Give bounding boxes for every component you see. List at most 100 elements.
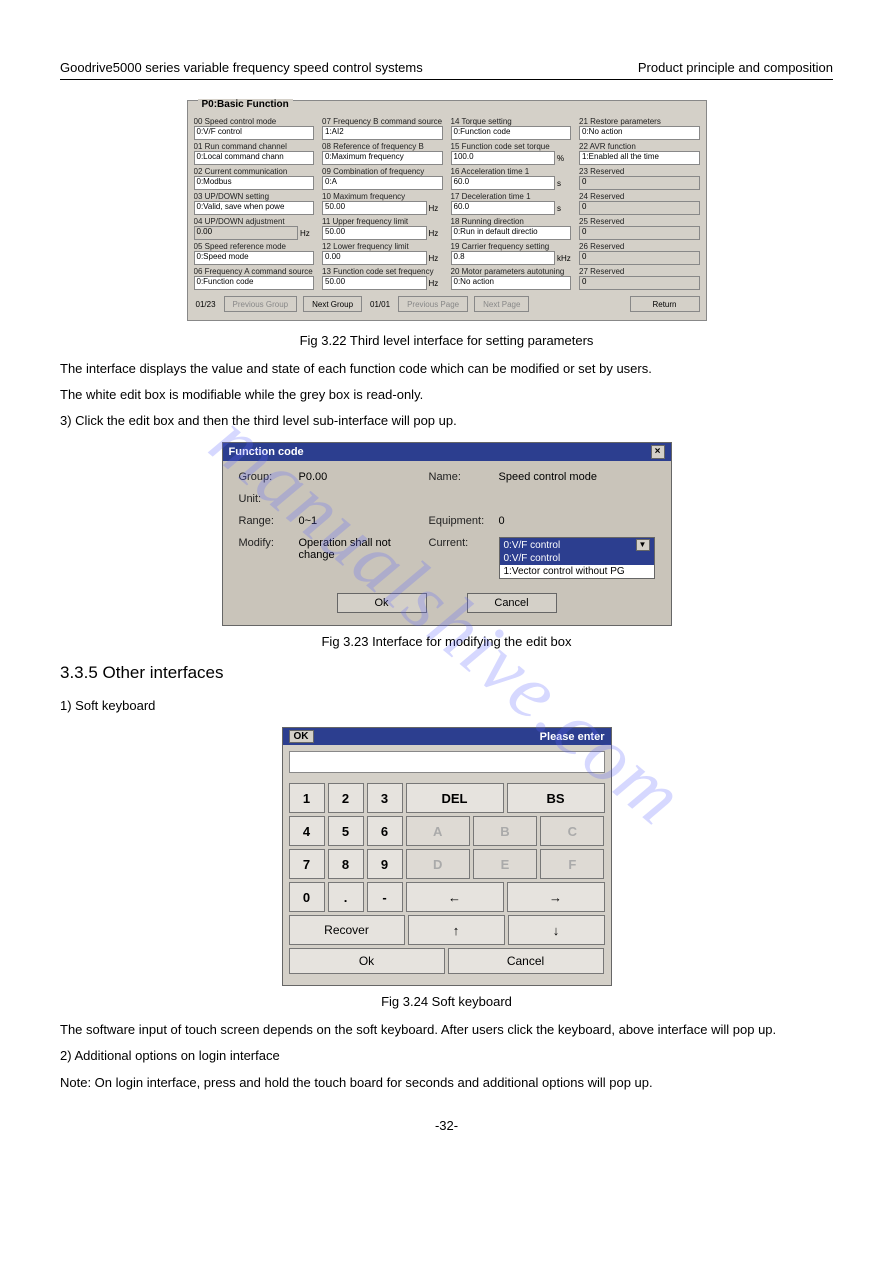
ok-button[interactable]: Ok: [337, 593, 427, 613]
param-label: 05 Speed reference mode: [194, 242, 315, 251]
key-ok[interactable]: Ok: [289, 948, 445, 974]
param-label: 26 Reserved: [579, 242, 700, 251]
param-cell: 22 AVR function1:Enabled all the time: [579, 142, 700, 165]
current-dropdown[interactable]: 0:V/F control ▼ 0:V/F control 1:Vector c…: [499, 537, 655, 579]
param-cell: 05 Speed reference mode0:Speed mode: [194, 242, 315, 265]
key-del[interactable]: DEL: [406, 783, 504, 813]
param-label: 09 Combination of frequency: [322, 167, 443, 176]
key-cancel[interactable]: Cancel: [448, 948, 604, 974]
section-heading: 3.3.5 Other interfaces: [60, 663, 833, 683]
prev-page-button[interactable]: Previous Page: [398, 296, 468, 312]
param-cell: 06 Frequency A command source0:Function …: [194, 267, 315, 290]
param-value[interactable]: 0.00: [322, 251, 427, 265]
next-page-button[interactable]: Next Page: [474, 296, 529, 312]
figure-caption-3: Fig 3.24 Soft keyboard: [60, 994, 833, 1009]
param-cell: 16 Acceleration time 160.0s: [451, 167, 572, 190]
param-unit: s: [557, 179, 571, 188]
param-value[interactable]: 0:Maximum frequency: [322, 151, 443, 165]
param-cell: 21 Restore parameters0:No action: [579, 117, 700, 140]
param-value[interactable]: 1:Enabled all the time: [579, 151, 700, 165]
param-value[interactable]: 0:Function code: [194, 276, 315, 290]
param-cell: 08 Reference of frequency B0:Maximum fre…: [322, 142, 443, 165]
param-cell: 27 Reserved0: [579, 267, 700, 290]
key-1[interactable]: 1: [289, 783, 325, 813]
param-value[interactable]: 50.00: [322, 201, 427, 215]
param-value[interactable]: 50.00: [322, 226, 427, 240]
param-value[interactable]: 0:Function code: [451, 126, 572, 140]
param-unit: Hz: [300, 229, 314, 238]
key-a[interactable]: A: [406, 816, 470, 846]
param-label: 27 Reserved: [579, 267, 700, 276]
param-value[interactable]: 0:A: [322, 176, 443, 190]
param-value[interactable]: 0:No action: [451, 276, 572, 290]
param-value[interactable]: 0:V/F control: [194, 126, 315, 140]
dropdown-option[interactable]: 0:V/F control: [500, 552, 654, 565]
next-group-button[interactable]: Next Group: [303, 296, 362, 312]
key-up[interactable]: ↑: [408, 915, 505, 945]
key-left[interactable]: ←: [406, 882, 504, 912]
param-cell: 09 Combination of frequency0:A: [322, 167, 443, 190]
param-value: 0: [579, 251, 700, 265]
param-unit: kHz: [557, 254, 571, 263]
key-right[interactable]: →: [507, 882, 605, 912]
key-3[interactable]: 3: [367, 783, 403, 813]
key-8[interactable]: 8: [328, 849, 364, 879]
param-label: 17 Deceleration time 1: [451, 192, 572, 201]
key-9[interactable]: 9: [367, 849, 403, 879]
key-d[interactable]: D: [406, 849, 470, 879]
key-2[interactable]: 2: [328, 783, 364, 813]
body-text: The software input of touch screen depen…: [60, 1019, 833, 1041]
param-label: 16 Acceleration time 1: [451, 167, 572, 176]
param-label: 10 Maximum frequency: [322, 192, 443, 201]
param-value[interactable]: 0.8: [451, 251, 556, 265]
param-label: 22 AVR function: [579, 142, 700, 151]
dropdown-option[interactable]: 1:Vector control without PG: [500, 565, 654, 578]
key-5[interactable]: 5: [328, 816, 364, 846]
param-cell: 07 Frequency B command source1:AI2: [322, 117, 443, 140]
key-b[interactable]: B: [473, 816, 537, 846]
close-icon[interactable]: ×: [651, 445, 665, 459]
param-value[interactable]: 0:Run in default directio: [451, 226, 572, 240]
key-e[interactable]: E: [473, 849, 537, 879]
key-recover[interactable]: Recover: [289, 915, 405, 945]
prev-group-button[interactable]: Previous Group: [224, 296, 298, 312]
key-0[interactable]: 0: [289, 882, 325, 912]
param-cell: 15 Function code set torque100.0%: [451, 142, 572, 165]
key-minus[interactable]: -: [367, 882, 403, 912]
param-value[interactable]: 1:AI2: [322, 126, 443, 140]
page-count: 01/01: [368, 300, 392, 309]
key-4[interactable]: 4: [289, 816, 325, 846]
key-bs[interactable]: BS: [507, 783, 605, 813]
param-value[interactable]: 0:Local command chann: [194, 151, 315, 165]
param-value[interactable]: 0:No action: [579, 126, 700, 140]
key-7[interactable]: 7: [289, 849, 325, 879]
body-text: The interface displays the value and sta…: [60, 358, 833, 380]
cancel-button[interactable]: Cancel: [467, 593, 557, 613]
key-c[interactable]: C: [540, 816, 604, 846]
range-value: 0~1: [299, 515, 429, 527]
dialog-title: Function code: [229, 446, 304, 458]
chevron-down-icon[interactable]: ▼: [636, 539, 650, 551]
param-value[interactable]: 50.00: [322, 276, 427, 290]
keyboard-ok-chip[interactable]: OK: [289, 730, 314, 743]
param-value[interactable]: 60.0: [451, 176, 556, 190]
header-left: Goodrive5000 series variable frequency s…: [60, 60, 423, 75]
key-dot[interactable]: .: [328, 882, 364, 912]
keyboard-input[interactable]: [289, 751, 605, 773]
param-cell: 10 Maximum frequency50.00Hz: [322, 192, 443, 215]
param-value[interactable]: 0:Speed mode: [194, 251, 315, 265]
keyboard-title: Please enter: [540, 731, 605, 743]
body-text: 1) Soft keyboard: [60, 695, 833, 717]
param-cell: 24 Reserved0: [579, 192, 700, 215]
param-unit: Hz: [429, 204, 443, 213]
param-unit: s: [557, 204, 571, 213]
param-value[interactable]: 0:Modbus: [194, 176, 315, 190]
key-down[interactable]: ↓: [508, 915, 605, 945]
figure-caption-1: Fig 3.22 Third level interface for setti…: [60, 333, 833, 348]
key-f[interactable]: F: [540, 849, 604, 879]
param-value[interactable]: 100.0: [451, 151, 556, 165]
key-6[interactable]: 6: [367, 816, 403, 846]
return-button[interactable]: Return: [630, 296, 700, 312]
param-value[interactable]: 0:Valid, save when powe: [194, 201, 315, 215]
param-value[interactable]: 60.0: [451, 201, 556, 215]
